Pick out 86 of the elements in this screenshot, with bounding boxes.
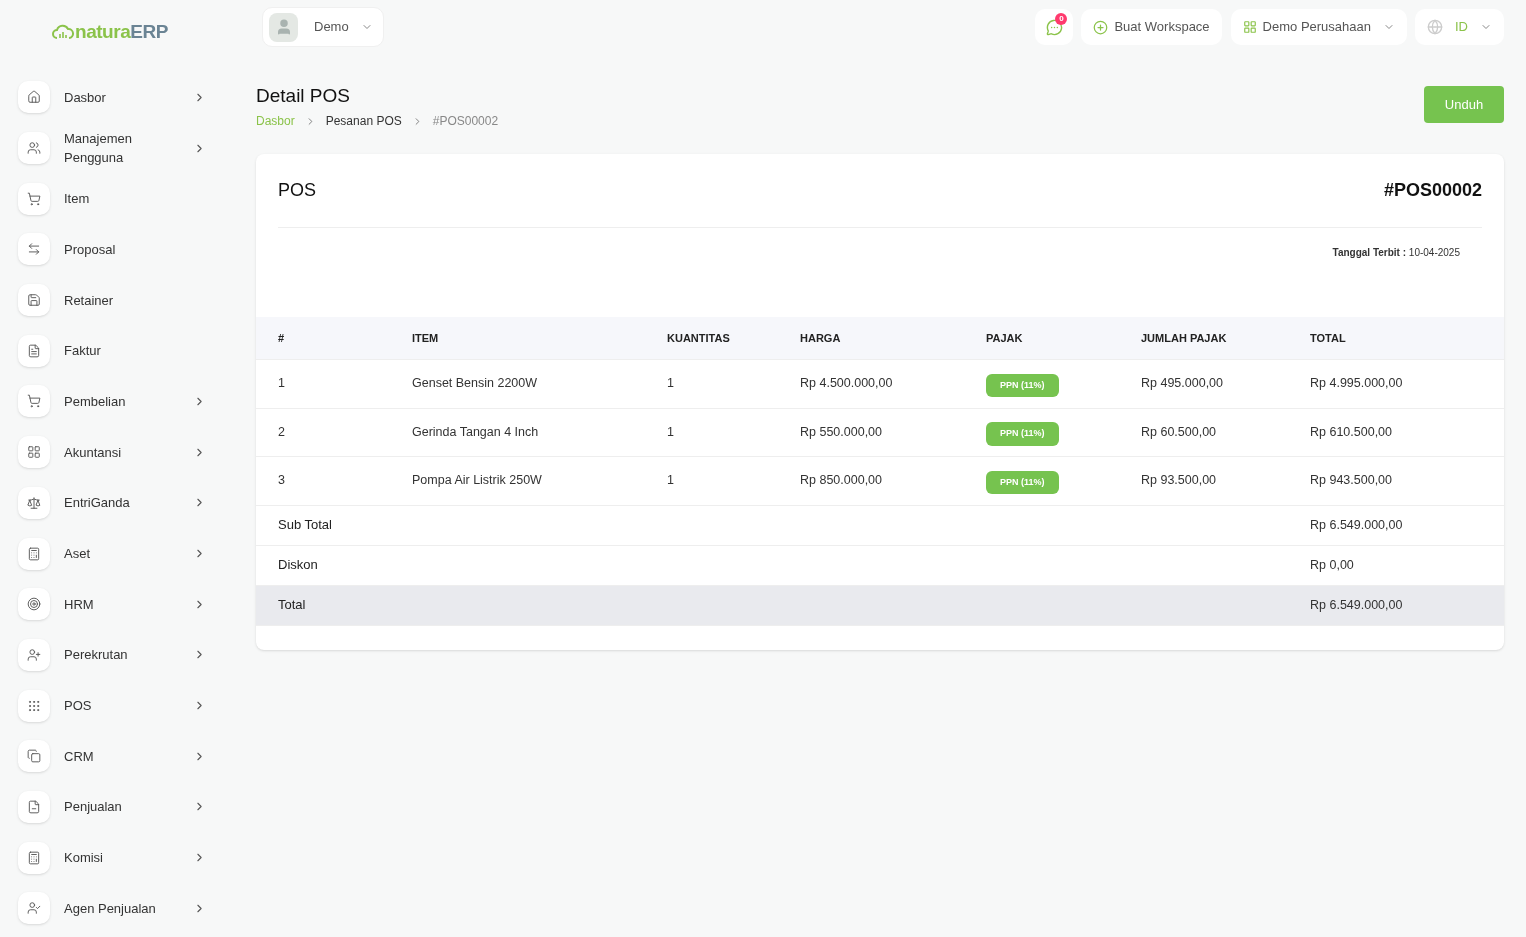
sidebar-item[interactable]: Faktur [0,325,240,377]
logo-text: naturaERP [75,19,168,44]
table-cell-text: Rp 60.500,00 [1141,423,1218,441]
table-cell-text: 2 [278,423,286,441]
table-cell-text: Pompa Air Listrik 250W [412,472,543,490]
menu-icon [18,841,50,874]
document-number: #POS00002 [1383,179,1482,202]
sidebar-item[interactable]: Akuntansi [0,426,240,478]
column-header: PAJAK [986,330,1024,346]
menu-icon [18,638,50,671]
column-header: KUANTITAS [667,330,731,346]
user-menu[interactable]: Demo [262,7,384,47]
tax-badge: PPN (11%) [986,373,1059,397]
table-cell-text: Genset Bensin 2200W [412,375,539,393]
menu-icon [18,284,50,317]
user-name: Demo [314,18,349,37]
plus-circle-icon [1093,19,1109,35]
menu-icon [18,233,50,266]
table-cell-text: Rp 610.500,00 [1310,423,1393,441]
table-cell-text: 1 [667,375,675,393]
tax-badge: PPN (11%) [986,422,1059,446]
menu-icon [18,334,50,367]
column-header: # [278,330,286,346]
sidebar-item[interactable]: POS [0,680,240,731]
table-cell-text: Gerinda Tangan 4 Inch [412,423,540,441]
summary-label: Diskon [278,556,319,575]
summary-label: Sub Total [278,516,333,535]
chat-icon [1045,18,1063,36]
column-header: JUMLAH PAJAK [1141,330,1228,346]
table-cell-text: Rp 93.500,00 [1141,472,1218,490]
menu-icon [18,132,50,165]
breadcrumb[interactable]: Pesanan POS [325,112,402,130]
sidebar-item[interactable]: Manajemen Pengguna [0,122,240,174]
summary-value: Rp 6.549.000,00 [1310,596,1404,614]
menu-icon [18,790,50,823]
create-workspace-button[interactable]: Buat Workspace [1081,9,1222,45]
table-cell-text: 3 [278,472,286,490]
sidebar-item[interactable]: Proposal [0,224,240,275]
sidebar-item[interactable]: Pembelian [0,376,240,427]
company-selector[interactable]: Demo Perusahaan [1230,9,1407,45]
column-header: HARGA [800,330,842,346]
sidebar-item[interactable]: Dasbor [0,72,240,123]
sidebar-item[interactable]: Agen Penjualan [0,883,240,934]
column-header: ITEM [412,330,440,346]
sidebar-item[interactable]: HRM [0,578,240,630]
sidebar-item[interactable]: CRM [0,730,240,782]
table-cell-text: Rp 943.500,00 [1310,472,1393,490]
menu-icon [18,892,50,925]
issue-date: Tanggal Terbit : 10-04-2025 [1332,246,1460,260]
column-header: TOTAL [1310,330,1347,346]
avatar-icon [269,12,298,42]
sidebar-item[interactable]: Item [0,173,240,225]
page-title: Detail POS [256,84,351,108]
menu-icon [18,182,50,215]
menu-icon [18,689,50,722]
table-cell-text: Rp 550.000,00 [800,423,883,441]
menu-icon [18,740,50,773]
menu-icon [18,588,50,621]
menu-icon [18,81,50,114]
globe-icon [1427,19,1443,35]
cloud-logo-icon [52,24,74,40]
apps-icon [1242,20,1257,34]
table-cell-text: 1 [667,423,675,441]
summary-value: Rp 6.549.000,00 [1310,516,1404,534]
sidebar-item[interactable]: Aset [0,528,240,579]
sidebar-item[interactable]: Komisi [0,832,240,883]
tax-badge: PPN (11%) [986,470,1059,494]
menu-icon [18,436,50,469]
table-cell-text: Rp 4.995.000,00 [1310,375,1404,393]
menu-icon [18,385,50,418]
menu-icon [18,537,50,570]
breadcrumb: #POS00002 [432,113,499,130]
summary-label: Total [278,596,307,615]
document-title: POS [278,179,316,202]
notification-badge: 0 [1055,13,1068,25]
table-cell-text: Rp 4.500.000,00 [800,375,894,393]
table-cell-text: 1 [278,375,286,393]
table-cell-text: 1 [667,472,675,490]
table-cell-text: Rp 495.000,00 [1141,375,1224,393]
sidebar-item[interactable]: Retainer [0,274,240,326]
summary-value: Rp 0,00 [1310,556,1355,574]
sidebar-item[interactable]: Perekrutan [0,629,240,681]
sidebar-item[interactable]: EntriGanda [0,477,240,529]
sidebar-item[interactable]: Penjualan [0,781,240,833]
table-cell-text: Rp 850.000,00 [800,472,883,490]
menu-icon [18,486,50,519]
